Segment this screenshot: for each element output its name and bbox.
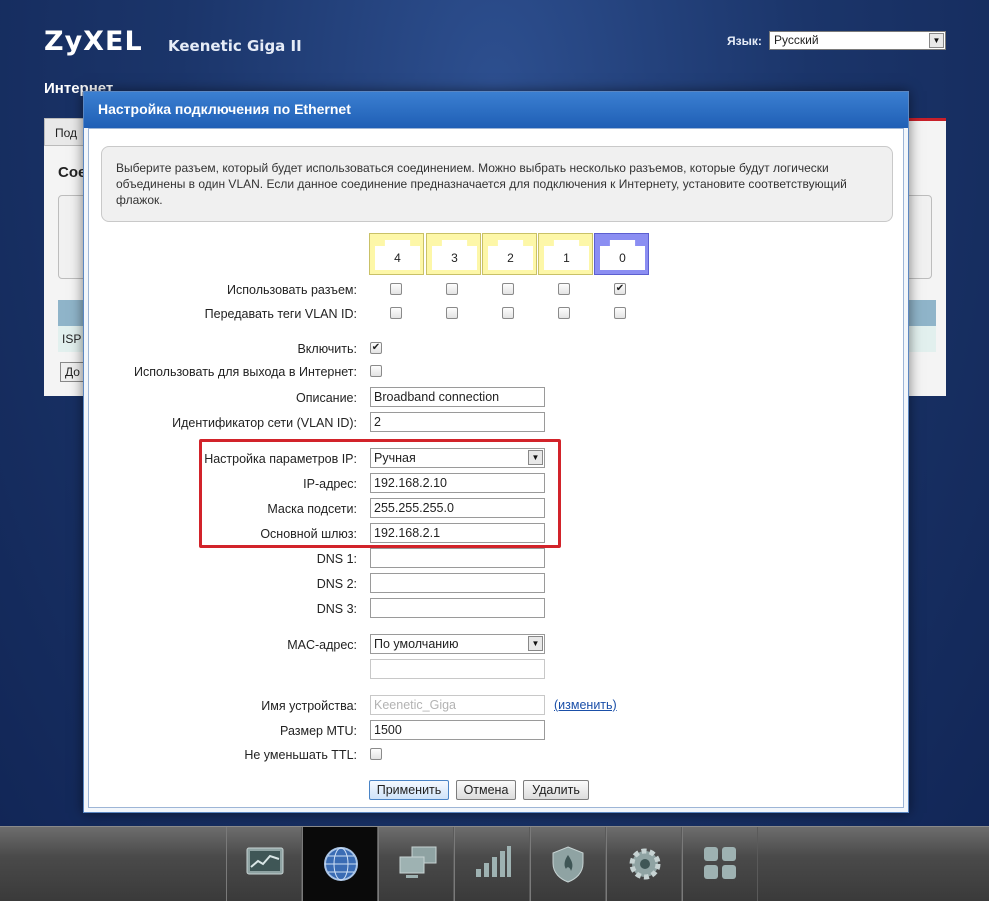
port-label: 4 [375, 240, 420, 270]
description-label: Описание: [296, 391, 357, 405]
gateway-field[interactable]: 192.168.2.1 [370, 523, 545, 543]
language-value: Русский [774, 33, 819, 47]
port-label: 3 [432, 240, 477, 270]
model-name: Keenetic Giga II [168, 37, 302, 55]
language-select[interactable]: Русский ▼ [769, 31, 946, 50]
ip-address-label: IP-адрес: [303, 477, 357, 491]
nav-applications[interactable] [682, 827, 758, 901]
gateway-label: Основной шлюз: [260, 527, 357, 541]
globe-icon [324, 847, 358, 881]
ttl-checkbox[interactable] [370, 748, 382, 760]
mtu-label: Размер MTU: [280, 724, 357, 738]
internet-checkbox[interactable] [370, 365, 382, 377]
gear-icon [629, 848, 661, 880]
vlan-tags-2-checkbox[interactable] [502, 307, 514, 319]
ethernet-settings-dialog: Настройка подключения по Ethernet Выбери… [83, 91, 909, 813]
dns3-field[interactable] [370, 598, 545, 618]
nav-internet[interactable] [302, 827, 378, 901]
apply-button[interactable]: Применить [369, 780, 449, 800]
subnet-mask-label: Маска подсети: [267, 502, 357, 516]
description-field[interactable]: Broadband connection [370, 387, 545, 407]
mtu-field[interactable]: 1500 [370, 720, 545, 740]
change-link[interactable]: (изменить) [554, 698, 617, 712]
mac-value: По умолчанию [374, 637, 459, 651]
use-port-3-checkbox[interactable] [446, 283, 458, 295]
device-name-label: Имя устройства: [261, 699, 357, 713]
nav-security[interactable] [530, 827, 606, 901]
computers-icon [399, 846, 437, 878]
nav-monitor[interactable] [226, 827, 302, 901]
use-port-4-checkbox[interactable] [390, 283, 402, 295]
chart-monitor-icon [246, 847, 284, 875]
port-3[interactable]: 3 [426, 233, 481, 275]
internet-label: Использовать для выхода в Интернет: [133, 365, 357, 379]
shield-icon [552, 846, 584, 883]
dialog-body: Выберите разъем, который будет использов… [88, 128, 904, 808]
vlan-tags-1-checkbox[interactable] [558, 307, 570, 319]
port-label: 2 [488, 240, 533, 270]
port-0[interactable]: 0 [594, 233, 649, 275]
mac-select[interactable]: По умолчанию ▼ [370, 634, 545, 654]
cancel-button[interactable]: Отмена [456, 780, 516, 800]
info-text: Выберите разъем, который будет использов… [101, 146, 893, 222]
chevron-down-icon[interactable]: ▼ [929, 33, 944, 48]
vlan-tags-3-checkbox[interactable] [446, 307, 458, 319]
wifi-signal-icon [476, 846, 511, 877]
dns2-label: DNS 2: [316, 577, 357, 591]
vlan-tags-4-checkbox[interactable] [390, 307, 402, 319]
use-port-1-checkbox[interactable] [558, 283, 570, 295]
ttl-label: Не уменьшать TTL: [244, 748, 357, 762]
nav-home-network[interactable] [378, 827, 454, 901]
port-1[interactable]: 1 [538, 233, 593, 275]
dns2-field[interactable] [370, 573, 545, 593]
language-label: Язык: [727, 34, 762, 48]
ip-address-field[interactable]: 192.168.2.10 [370, 473, 545, 493]
nav-wifi[interactable] [454, 827, 530, 901]
dns1-label: DNS 1: [316, 552, 357, 566]
port-4[interactable]: 4 [369, 233, 424, 275]
enable-label: Включить: [297, 342, 357, 356]
enable-checkbox[interactable]: ✔ [370, 342, 382, 354]
delete-button[interactable]: Удалить [523, 780, 589, 800]
subnet-mask-field[interactable]: 255.255.255.0 [370, 498, 545, 518]
dns1-field[interactable] [370, 548, 545, 568]
dns3-label: DNS 3: [316, 602, 357, 616]
port-2[interactable]: 2 [482, 233, 537, 275]
use-port-label: Использовать разъем: [227, 283, 357, 297]
mac-label: MAC-адрес: [287, 638, 357, 652]
vlan-tags-0-checkbox[interactable] [614, 307, 626, 319]
chevron-down-icon[interactable]: ▼ [528, 450, 543, 465]
port-label: 0 [600, 240, 645, 270]
add-button[interactable]: До [60, 362, 84, 382]
ip-mode-select[interactable]: Ручная ▼ [370, 448, 545, 468]
vlan-id-label: Идентификатор сети (VLAN ID): [172, 416, 357, 430]
device-name-field[interactable]: Keenetic_Giga [370, 695, 545, 715]
nav-system[interactable] [606, 827, 682, 901]
chevron-down-icon[interactable]: ▼ [528, 636, 543, 651]
port-label: 1 [544, 240, 589, 270]
use-port-2-checkbox[interactable] [502, 283, 514, 295]
vlan-tags-label: Передавать теги VLAN ID: [204, 307, 357, 321]
dialog-title: Настройка подключения по Ethernet [84, 92, 908, 128]
apps-grid-icon [704, 847, 736, 879]
brand-logo: ZyXEL [44, 26, 143, 57]
vlan-id-field[interactable]: 2 [370, 412, 545, 432]
ip-mode-value: Ручная [374, 451, 416, 465]
ip-mode-label: Настройка параметров IP: [204, 452, 357, 466]
use-port-0-checkbox[interactable]: ✔ [614, 283, 626, 295]
mac-custom-field[interactable] [370, 659, 545, 679]
bottom-nav [0, 826, 989, 901]
